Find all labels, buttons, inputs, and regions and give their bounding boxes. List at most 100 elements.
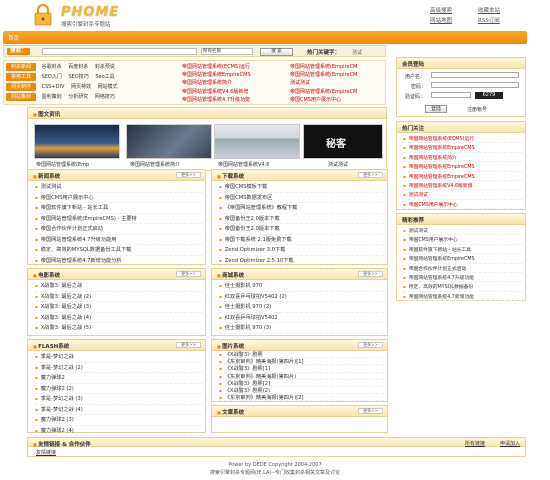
list-item[interactable]: 帝国网站管理系统4.7新增功能分析 <box>35 256 202 266</box>
friend-link[interactable]: 友情链接 <box>36 449 56 456</box>
list-item[interactable]: 帝国软件旗下新站 - 站长工具 <box>35 203 202 214</box>
category-tag[interactable]: 网站策划 <box>6 93 36 101</box>
news-thumbnail[interactable]: 秘客 <box>303 124 383 159</box>
news-link[interactable]: 帝国网站管理系统(EmpireCM <box>290 88 385 96</box>
hot-keyword-link[interactable]: 测试 <box>352 49 362 56</box>
category-select[interactable]: 所有栏目 <box>201 48 253 55</box>
list-item[interactable]: 帝国网站管理系统EmpireCMS <box>403 162 522 172</box>
list-item[interactable]: 魔力弹球2 (4) <box>35 426 202 436</box>
apply-link[interactable]: 申请加入 <box>500 440 520 447</box>
search-input[interactable] <box>42 48 197 55</box>
category-tag[interactable]: 常用工具 <box>6 73 36 81</box>
category-link[interactable]: SEO入门 <box>42 74 62 80</box>
password-input[interactable] <box>431 82 519 88</box>
list-item[interactable]: 测试测试 <box>403 190 522 200</box>
list-item[interactable]: 《X战警3》剧照[1] <box>219 365 384 373</box>
list-item[interactable]: 《东京审判》精美海报(第四片)[2] <box>219 394 384 402</box>
news-link[interactable]: 帝国网站管理系统4.7升级功能 <box>182 96 282 104</box>
list-item[interactable]: 帝国CMS数据发布区 <box>219 193 384 203</box>
list-item[interactable]: X战警3: 最后之战 (2) <box>35 292 202 302</box>
login-button[interactable]: 登陆 <box>425 105 447 113</box>
news-link[interactable]: 帝国CMS用户展示中心 <box>290 96 385 104</box>
more-button[interactable]: 更多>> <box>176 172 201 178</box>
register-link[interactable]: 注册帐号 <box>467 106 487 113</box>
list-item[interactable]: X战警3: 最后之战 (4) <box>35 313 202 323</box>
list-item[interactable]: 佳士摄影机 970 (2) <box>219 302 384 313</box>
category-link[interactable]: Seo工具 <box>95 74 114 80</box>
list-item[interactable]: 帝国合作伙伴计划正式启动 <box>35 224 202 235</box>
more-button[interactable]: 更多>> <box>358 408 383 414</box>
list-item[interactable]: Zend Optimizer 2.5.10下载 <box>219 256 384 266</box>
list-item[interactable]: 《帝国网站管理系统》教程下载 <box>219 203 384 214</box>
sitemap-link[interactable]: 网站地图 <box>430 16 452 24</box>
list-item[interactable]: 《东京审判》精美海报(第四片) <box>219 373 384 380</box>
list-item[interactable]: 帝国下载系统 2.1版免费下载 <box>219 235 384 245</box>
more-button[interactable]: 更多>> <box>358 271 383 277</box>
list-item[interactable]: 帝国网站管理系统4.7升级功能用 <box>35 235 202 245</box>
news-link[interactable]: 帝国网站管理系统EmpireCMS <box>182 71 282 79</box>
more-button[interactable]: 更多>> <box>176 271 201 277</box>
category-link[interactable]: CSS+DIV <box>42 84 65 90</box>
category-link[interactable]: 分析研究 <box>68 94 88 100</box>
list-item[interactable]: 帝国网站管理系统4.7升级功能 <box>403 273 522 283</box>
list-item[interactable]: 帝国网站管理系统EmpireCMS <box>403 172 522 181</box>
list-item[interactable]: 《X战警3》剧照[2] <box>219 380 384 387</box>
more-button[interactable]: 更多>> <box>176 342 201 348</box>
category-link[interactable]: 封杀预说 <box>95 64 115 70</box>
list-item[interactable]: 《X战警3》剧照(2) <box>219 387 384 395</box>
list-item[interactable]: 帝国网站管理系统EmpireCMS <box>403 254 522 264</box>
captcha-input[interactable] <box>431 92 471 98</box>
list-item[interactable]: 魔力弹球2 <box>35 373 202 384</box>
list-item[interactable]: X战警3: 最后之战 (3) <box>35 302 202 313</box>
news-link[interactable]: 帝国网站管理系统(EmpireCM <box>290 63 385 71</box>
username-input[interactable] <box>431 72 519 78</box>
list-item[interactable]: 帝国软件旗下新站 - 站长工具 <box>403 245 522 255</box>
news-link[interactable]: 帝国网站管理系统(EmpireCM <box>290 71 385 79</box>
list-item[interactable]: 帝国网站管理系统EmpireCMS <box>403 143 522 153</box>
news-thumbnail[interactable] <box>126 124 212 159</box>
thumbnail-caption[interactable]: 测试测试 <box>328 161 348 168</box>
news-link[interactable]: 帝国网站管理系统V4.6版新增 <box>182 88 282 96</box>
thumbnail-caption[interactable]: 帝国网站管理系统V4.6 <box>218 161 269 168</box>
category-link[interactable]: 网页特效 <box>71 84 91 90</box>
site-logo[interactable]: PHOME 搜索引擎封杀专题站 <box>33 4 193 28</box>
list-item[interactable]: 帝国网站管理系统4.7新增功能 <box>403 292 522 302</box>
bookmark-link[interactable]: 收藏本站 <box>478 6 500 14</box>
list-item[interactable]: 魔力弹球2 (3) <box>35 415 202 426</box>
list-item[interactable]: 稳定、高效的MYSQL数据备份 <box>403 282 522 292</box>
category-link[interactable]: 盈利策划 <box>42 94 62 100</box>
list-item[interactable]: 帝国CMS模板下载 <box>219 182 384 193</box>
list-item[interactable]: 红双喜乒乓球拍V5402 (2) <box>219 292 384 302</box>
list-item[interactable]: 帝国CMS用户展示中心 <box>403 235 522 245</box>
more-button[interactable]: 更多>> <box>358 342 383 348</box>
list-item[interactable]: 魔力弹球2 (2) <box>35 384 202 394</box>
category-link[interactable]: 网络技巧 <box>95 94 115 100</box>
all-links[interactable]: 所有链接 <box>465 440 485 447</box>
list-item[interactable]: 佳士摄影机 970 <box>219 281 384 292</box>
list-item[interactable]: 帝国备份王2.0版本下载 <box>219 224 384 235</box>
category-tag[interactable]: 封杀新闻 <box>6 63 36 71</box>
list-item[interactable]: X战警3: 最后之战 <box>35 281 202 292</box>
list-item[interactable]: 帝国网站管理系统V4.6版新增 <box>403 181 522 191</box>
list-item[interactable]: X战警3: 最后之战 (5) <box>35 323 202 334</box>
list-item[interactable]: 帝国CMS用户展示中心 <box>35 193 202 203</box>
list-item[interactable]: 帝国备份王2.0版本下载 <box>219 214 384 224</box>
list-item[interactable]: 红双喜乒乓球拍V5402 <box>219 313 384 323</box>
thumbnail-caption[interactable]: 帝国网站管理系统(Emp <box>36 161 89 168</box>
news-link[interactable]: 帝国网站管理系统简介 <box>182 79 282 87</box>
category-link[interactable]: SEO技巧 <box>68 74 88 80</box>
news-thumbnail[interactable] <box>34 124 120 159</box>
list-item[interactable]: Zend Optimizer 3.0下载 <box>219 245 384 256</box>
list-item[interactable]: 季是-梦幻之战 (4) <box>35 405 202 415</box>
list-item[interactable]: 测试测试 <box>35 182 202 193</box>
list-item[interactable]: 稳定、高效的MYSQL数据备份工具下载 <box>35 245 202 256</box>
news-thumbnail[interactable] <box>214 124 300 159</box>
news-link[interactable]: 帝国网站管理系统(ECMS)运行 <box>182 63 282 71</box>
list-item[interactable]: 帝国网站管理系统(ECMS)运行 <box>403 134 522 144</box>
category-link[interactable]: 百度封杀 <box>68 64 88 70</box>
news-link[interactable]: 测试测试 <box>290 79 385 87</box>
list-item[interactable]: 帝国网站管理系统简介 <box>403 153 522 163</box>
list-item[interactable]: 测试测试 <box>403 226 522 236</box>
thumbnail-caption[interactable]: 帝国网站管理系统简介 <box>130 161 180 168</box>
list-item[interactable]: 帝国CMS用户展示中心 <box>403 200 522 210</box>
